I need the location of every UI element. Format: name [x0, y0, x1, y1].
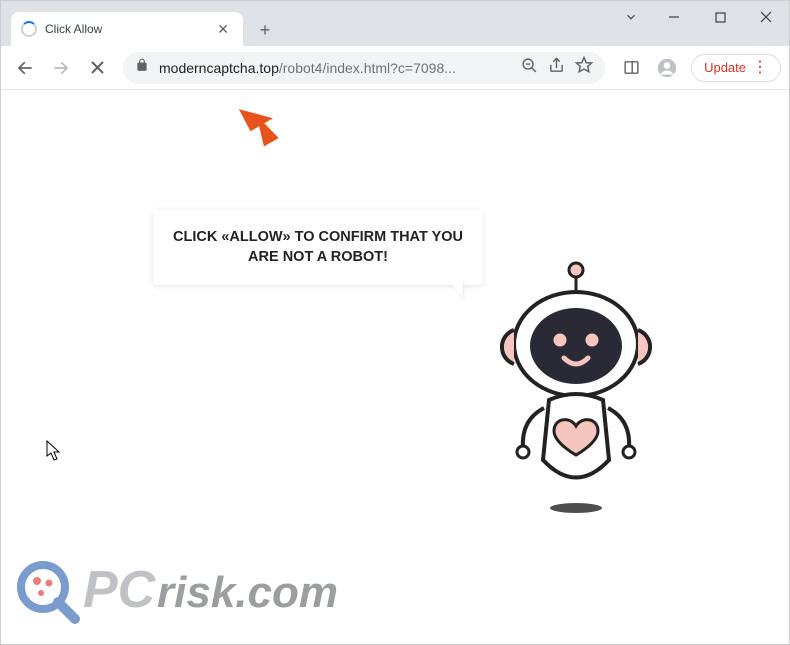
profile-button[interactable] [651, 52, 683, 84]
tab-strip: Click Allow ✕ + [1, 1, 279, 46]
watermark-logo: PC risk.com [11, 549, 371, 632]
close-tab-icon[interactable]: ✕ [213, 21, 233, 38]
page-content: CLICK «ALLOW» TO CONFIRM THAT YOU ARE NO… [1, 90, 789, 644]
maximize-button[interactable] [697, 1, 743, 33]
mouse-cursor-icon [46, 440, 62, 467]
update-label: Update [704, 60, 746, 75]
window-titlebar: Click Allow ✕ + [1, 1, 789, 46]
tab-title: Click Allow [45, 22, 213, 36]
url-domain: moderncaptcha.top [159, 60, 279, 76]
url-text: moderncaptcha.top/robot4/index.html?c=70… [159, 60, 511, 76]
browser-tab[interactable]: Click Allow ✕ [11, 12, 243, 46]
bookmark-star-icon[interactable] [575, 56, 593, 79]
robot-illustration [481, 260, 671, 525]
share-icon[interactable] [548, 57, 565, 79]
window-controls [611, 1, 789, 33]
browser-toolbar: moderncaptcha.top/robot4/index.html?c=70… [1, 46, 789, 90]
new-tab-button[interactable]: + [251, 16, 279, 44]
url-path: /robot4/index.html?c=7098... [279, 60, 456, 76]
svg-text:PC: PC [83, 561, 157, 619]
loading-spinner-icon [21, 21, 37, 37]
zoom-icon[interactable] [521, 57, 538, 79]
update-button[interactable]: Update ⋮ [691, 54, 781, 82]
speech-bubble: CLICK «ALLOW» TO CONFIRM THAT YOU ARE NO… [153, 210, 483, 285]
watermark-prefix: PC [83, 561, 157, 619]
menu-dots-icon: ⋮ [752, 60, 768, 76]
back-button[interactable] [9, 52, 41, 84]
minimize-button[interactable] [651, 1, 697, 33]
annotation-arrow-icon [234, 96, 284, 157]
forward-button[interactable] [45, 52, 77, 84]
lock-icon [135, 58, 149, 77]
watermark-suffix: risk.com [157, 568, 338, 617]
close-window-button[interactable] [743, 1, 789, 33]
svg-text:risk.com: risk.com [157, 568, 338, 617]
speech-text: CLICK «ALLOW» TO CONFIRM THAT YOU ARE NO… [173, 229, 463, 265]
stop-button[interactable] [81, 52, 113, 84]
tab-search-button[interactable] [611, 1, 651, 33]
address-bar[interactable]: moderncaptcha.top/robot4/index.html?c=70… [123, 52, 605, 84]
side-panel-button[interactable] [615, 52, 647, 84]
